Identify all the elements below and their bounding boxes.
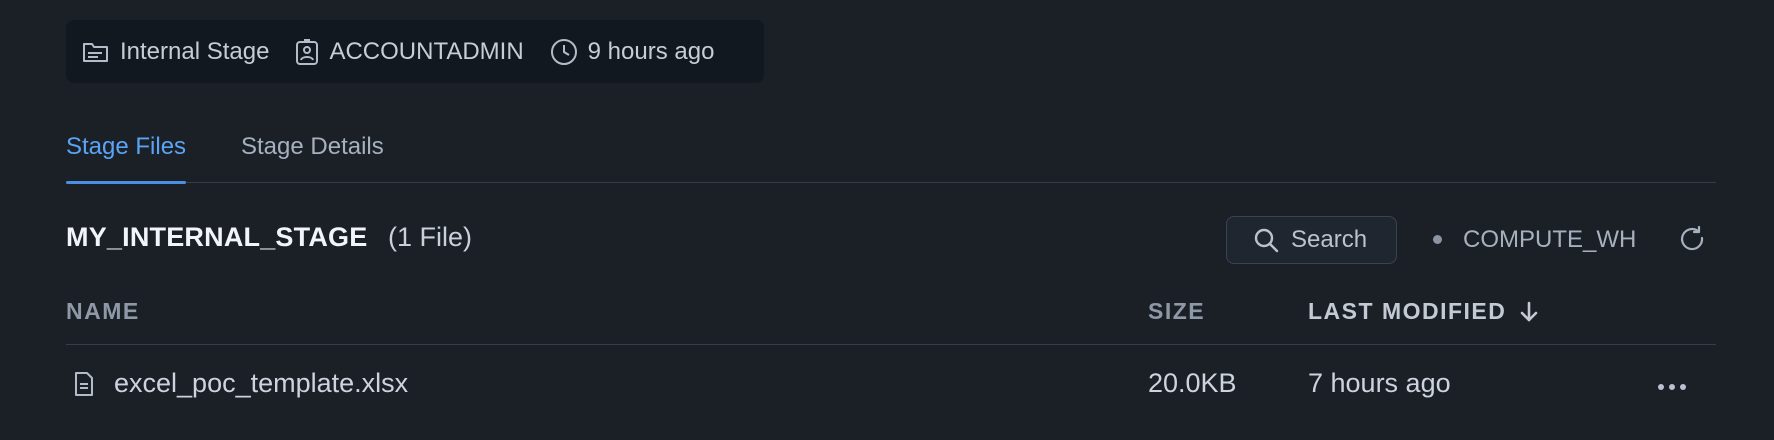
search-button[interactable]: Search [1226,216,1397,264]
column-header-last-modified[interactable]: LAST MODIFIED [1308,298,1540,325]
stage-type-label: Internal Stage [120,37,270,65]
warehouse-selector[interactable]: COMPUTE_WH [1463,226,1636,254]
warehouse-status-dot [1433,235,1442,244]
files-table-header: NAME SIZE LAST MODIFIED [66,290,1716,345]
refresh-button[interactable] [1678,225,1706,258]
user-badge-icon [296,38,319,65]
row-actions-button[interactable] [1656,379,1688,390]
stage-name: MY_INTERNAL_STAGE [66,222,368,252]
tab-stage-details-label: Stage Details [241,132,384,160]
stage-files-page: Internal Stage ACCOUNTADMIN 9 hours ago … [0,0,1774,440]
active-tab-indicator [66,181,187,184]
tab-stage-files-label: Stage Files [66,132,187,160]
tab-bar: Stage Files Stage Details [66,110,1716,184]
arrow-down-icon [1521,301,1538,321]
stage-folder-icon [83,42,108,62]
clock-icon [550,38,577,65]
column-header-last-modified-label: LAST MODIFIED [1308,298,1507,324]
column-header-size[interactable]: SIZE [1148,298,1205,325]
search-button-label: Search [1291,226,1368,253]
stage-created-label: 9 hours ago [587,37,715,65]
search-icon [1254,228,1279,253]
stage-created: 9 hours ago [550,37,715,66]
refresh-icon [1681,225,1704,251]
tab-stage-files[interactable]: Stage Files [66,110,187,184]
column-header-name[interactable]: NAME [66,298,140,325]
stage-type: Internal Stage [82,38,269,66]
table-row[interactable]: excel_poc_template.xlsx 20.0KB 7 hours a… [66,355,1716,417]
stage-meta-bar: Internal Stage ACCOUNTADMIN 9 hours ago [66,20,764,83]
stage-owner: ACCOUNTADMIN [295,37,524,66]
file-last-modified: 7 hours ago [1308,368,1451,398]
stage-owner-label: ACCOUNTADMIN [329,37,524,65]
tab-stage-details[interactable]: Stage Details [241,110,384,183]
stage-file-count: (1 File) [388,222,473,252]
file-name[interactable]: excel_poc_template.xlsx [114,368,408,399]
document-icon [75,372,93,396]
file-size: 20.0KB [1148,368,1237,398]
more-horizontal-icon [1658,384,1686,390]
